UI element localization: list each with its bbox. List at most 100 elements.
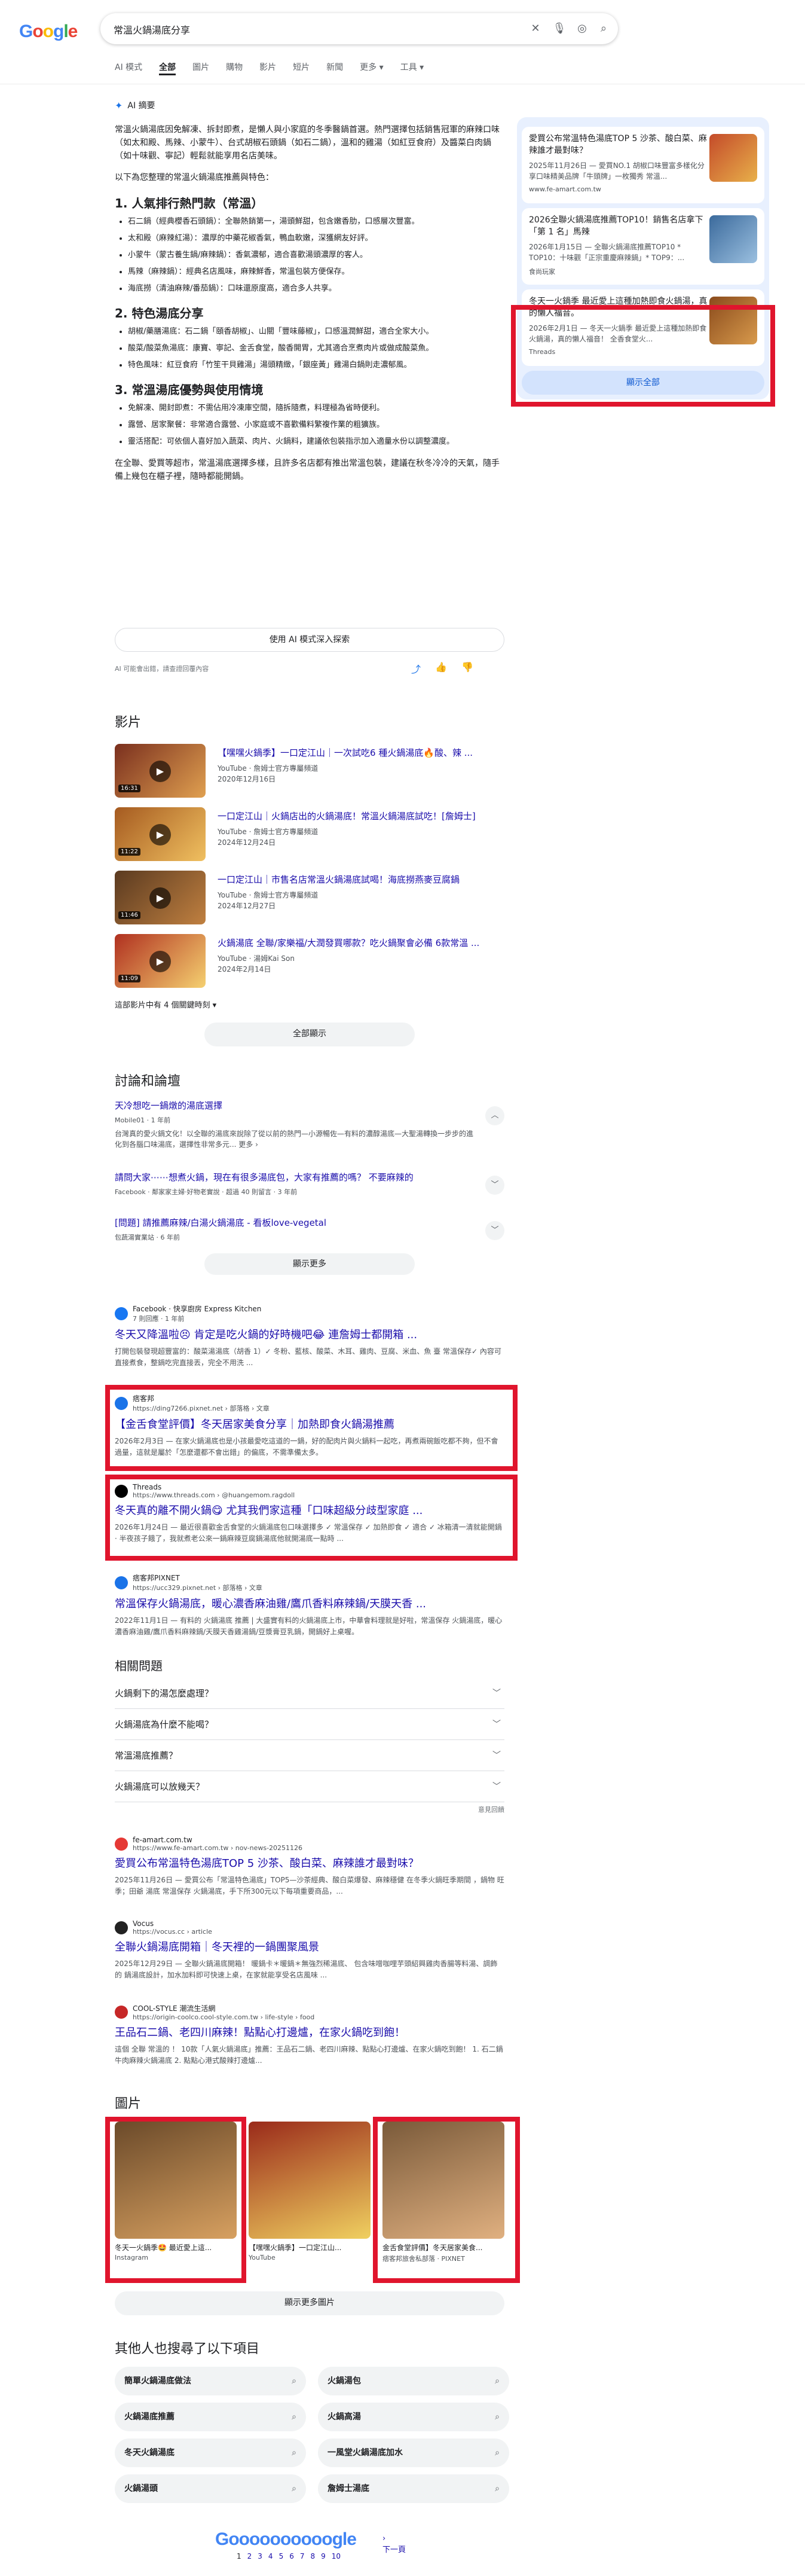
highlight-box <box>373 2117 520 2283</box>
video-result[interactable]: ▶ 11:46 一口定江山｜市售名店常溫火鍋湯底試喝！海底撈燕麥豆腐鍋 YouT… <box>115 871 504 930</box>
related-search-chip[interactable]: 火鍋高湯 ⌕ <box>318 2403 509 2431</box>
ai-list-item: 靈活搭配：可依個人喜好加入蔬菜、肉片、火鍋料，建議依包裝指示加入適量水份以調整濃… <box>128 435 504 448</box>
site-icon <box>115 2006 128 2019</box>
ai-list-item: 海底撈（清油麻辣/番茄鍋）：口味還原度高，適合多人共享。 <box>128 282 504 295</box>
video-result[interactable]: ▶ 11:09 火鍋湯底 全聯/家樂福/大潤發買哪款？吃火鍋聚會必備 6款常溫 … <box>115 934 504 994</box>
ai-intro: 常溫火鍋湯底因免解凍、拆封即煮，是懶人與小家庭的冬季醫鍋首選。熱門選擇包括銷售冠… <box>115 125 500 161</box>
chevron-down-icon[interactable]: ﹀ <box>485 1221 504 1240</box>
pixnet-icon <box>115 1576 128 1589</box>
ai-list-item: 免解凍、開封即煮：不需佔用冷凍庫空間，隨拆隨煮，料理極為省時便利。 <box>128 402 504 415</box>
people-also-ask: 相關問題 火鍋剩下的湯怎麼處理？ ﹀ 火鍋湯底為什麼不能喝？ ﹀ 常溫湯底推薦？ ﹀ … <box>115 1656 504 1814</box>
tab-ai-mode[interactable]: AI 模式 <box>115 61 142 75</box>
key-moments-toggle[interactable]: 這部影片中有 4 個關鍵時刻 ▾ <box>115 999 216 1010</box>
google-logo[interactable]: Google <box>19 22 78 42</box>
discussions-show-more-button[interactable]: 顯示更多 <box>204 1253 415 1275</box>
tab-all[interactable]: 全部 <box>159 61 176 75</box>
search-icon: ⌕ <box>292 2484 296 2493</box>
tab-videos[interactable]: 影片 <box>259 61 276 75</box>
lens-icon[interactable]: ◎ <box>575 22 589 36</box>
ai-outro: 在全聯、愛買等超市，常溫湯底選擇多樣，且許多名店都有推出常溫包裝，建議在秋冬冷冷… <box>115 459 500 481</box>
chevron-down-icon: ﹀ <box>492 1720 501 1729</box>
search-icon: ⌕ <box>292 2412 296 2422</box>
ai-feedback: ⤴ 👍 👎 <box>411 661 473 676</box>
search-input[interactable]: 常溫火鍋湯底分享 <box>114 22 190 36</box>
tab-more[interactable]: 更多 ▾ <box>360 61 383 75</box>
ai-list-item: 露營、居家聚餐：非常適合露營、小家庭或不喜歡備料繁複作業的粗獷族。 <box>128 419 504 432</box>
more-images-button[interactable]: 顯示更多圖片 <box>115 2291 504 2315</box>
search-icon: ⌕ <box>292 2448 296 2458</box>
tab-tools[interactable]: 工具 ▾ <box>400 61 424 75</box>
paa-question[interactable]: 常溫湯底推薦？ ﹀ <box>115 1740 504 1771</box>
play-icon: ▶ <box>149 824 171 846</box>
related-search-chip[interactable]: 一風堂火鍋湯底加水 ⌕ <box>318 2438 509 2467</box>
play-icon: ▶ <box>149 761 171 782</box>
next-page-link[interactable]: › 下一頁 <box>382 2534 406 2554</box>
facebook-icon <box>115 1307 128 1320</box>
microphone-icon[interactable]: 🎙 <box>552 22 567 36</box>
chevron-down-icon[interactable]: ﹀ <box>485 1176 504 1195</box>
search-result[interactable]: COOL-STYLE 潮流生活網 https://origin-coolco.co… <box>115 2003 504 2067</box>
related-searches: 其他人也搜尋了以下項目 簡單火鍋湯底做法 ⌕ 火鍋湯包 ⌕ 火鍋湯底推薦 ⌕ 火鍋高湯… <box>115 2338 509 2503</box>
related-search-chip[interactable]: 火鍋湯頭 ⌕ <box>115 2474 306 2503</box>
related-search-chip[interactable]: 簡單火鍋湯底做法 ⌕ <box>115 2367 306 2395</box>
site-icon <box>115 1837 128 1851</box>
tab-shopping[interactable]: 購物 <box>226 61 243 75</box>
tab-images[interactable]: 圖片 <box>192 61 209 75</box>
related-title: 其他人也搜尋了以下項目 <box>115 2342 260 2357</box>
related-search-chip[interactable]: 冬天火鍋湯底 ⌕ <box>115 2438 306 2467</box>
ai-sparkle-icon: ✦ <box>115 99 123 111</box>
ai-section-title: 1. 人氣排行熱門款（常溫） <box>115 196 264 210</box>
play-icon: ▶ <box>149 887 171 909</box>
tab-shorts[interactable]: 短片 <box>293 61 310 75</box>
discussions-title: 討論和論壇 <box>115 1074 181 1089</box>
highlight-box <box>105 2117 246 2283</box>
ai-list-item: 特色風味：紅豆食府「竹笙干貝雞湯」湯頭精緻，「銀座黃」雞湯白鍋則走濃郁風。 <box>128 359 504 372</box>
feedback-link[interactable]: 意見回饋 <box>478 1805 504 1814</box>
search-result[interactable]: fe-amart.com.tw https://www.fe-amart.com.… <box>115 1836 504 1897</box>
images-title: 圖片 <box>115 2096 142 2111</box>
search-box[interactable]: 常溫火鍋湯底分享 ✕ 🎙 ◎ ⌕ <box>100 13 618 44</box>
video-result[interactable]: ▶ 11:22 一口定江山｜火鍋店出的火鍋湯底！常溫火鍋湯底試吃！[詹姆士] Y… <box>115 807 504 867</box>
related-search-chip[interactable]: 火鍋湯底推薦 ⌕ <box>115 2403 306 2431</box>
ai-list-item: 酸菜/酸菜魚湯底：康寶、寧記、金舌食堂，酸香開胃，尤其適合烹煮肉片或做成酸菜魚。 <box>128 342 504 355</box>
source-card[interactable]: 2026全聯火鍋湯底推薦TOP10！銷售名店拿下「第 1 名」馬辣 2026年1… <box>522 208 764 285</box>
chevron-up-icon[interactable]: ︿ <box>485 1106 504 1125</box>
header: Google 常溫火鍋湯底分享 ✕ 🎙 ◎ ⌕ AI 模式 全部 圖片 購物 影… <box>0 0 805 84</box>
search-icon: ⌕ <box>495 2376 500 2386</box>
video-result[interactable]: ▶ 16:31 【嘿嘿火鍋季】一口定江山｜一次試吃6 種火鍋湯底🔥酸、辣 ...… <box>115 744 504 804</box>
thumbs-down-icon[interactable]: 👎 <box>461 661 473 676</box>
chevron-down-icon: ﹀ <box>492 1751 501 1760</box>
clear-icon[interactable]: ✕ <box>528 22 543 36</box>
search-icon[interactable]: ⌕ <box>596 22 611 36</box>
ai-list: 胡椒/藥膳湯底：石二鍋「頤香胡椒」、山關「豐味藤椒」，口感溫潤鮮甜，適合全家大小… <box>115 325 504 372</box>
videos-show-all-button[interactable]: 全部顯示 <box>204 1023 415 1046</box>
related-search-chip[interactable]: 火鍋湯包 ⌕ <box>318 2367 509 2395</box>
ai-list-item: 馬辣（麻辣鍋）：經典名店風味，麻辣鮮香，常溫包裝方便保存。 <box>128 265 504 279</box>
search-icon: ⌕ <box>495 2412 500 2422</box>
paa-question[interactable]: 火鍋湯底為什麼不能喝？ ﹀ <box>115 1709 504 1740</box>
discussion-item[interactable]: 天冷想吃一鍋燉的湯底選擇 Mobile01 · 1 年前 台灣真的愛火鍋文化！以… <box>115 1099 504 1150</box>
chevron-down-icon: ﹀ <box>492 1689 501 1698</box>
videos-title: 影片 <box>115 715 142 730</box>
source-thumbnail <box>709 215 757 263</box>
source-card[interactable]: 愛買公布常溫特色湯底TOP 5 沙茶、酸白菜、麻辣誰才最對味？ 2025年11月… <box>522 127 764 203</box>
pagination: Goooooooooogle 1 2 3 4 5 6 7 8 9 10 › 下一頁 <box>215 2529 412 2565</box>
web-results: Facebook · 快享廚房 Express Kitchen 7 則回應 · 1… <box>115 1304 504 1638</box>
search-result[interactable]: 痞客邦PIXNET https://ucc329.pixnet.net › 部落格… <box>115 1573 504 1638</box>
ai-overview-header: ✦ AI 摘要 <box>115 99 155 111</box>
discussion-item[interactable]: [問題] 請推薦麻辣/白湯火鍋湯底 - 看板love-vegetal 包蔬湯實業… <box>115 1216 504 1242</box>
search-result[interactable]: Vocus https://vocus.cc › article 全聯火鍋湯底開箱… <box>115 1919 504 1981</box>
paa-question[interactable]: 火鍋剩下的湯怎麼處理？ ﹀ <box>115 1678 504 1709</box>
tab-news[interactable]: 新聞 <box>326 61 343 75</box>
ai-mode-dive-button[interactable]: 使用 AI 模式深入探索 <box>115 628 504 652</box>
ai-list-item: 太和殿（麻辣紅湯）：濃厚的中藥花椒香氣，鴨血軟嫩，深獲網友好評。 <box>128 232 504 245</box>
image-result[interactable]: 【嘿嘿火鍋季】一口定江山... YouTube <box>249 2122 371 2261</box>
share-icon[interactable]: ⤴ <box>411 661 421 676</box>
thumbs-up-icon[interactable]: 👍 <box>435 661 447 676</box>
search-icon: ⌕ <box>495 2448 500 2458</box>
related-search-chip[interactable]: 詹姆士湯底 ⌕ <box>318 2474 509 2503</box>
search-result[interactable]: Facebook · 快享廚房 Express Kitchen 7 則回應 · 1… <box>115 1304 504 1369</box>
paa-question[interactable]: 火鍋湯底可以放幾天？ ﹀ <box>115 1771 504 1802</box>
discussion-item[interactable]: 請問大家⋯⋯想煮火鍋，現在有很多湯底包，大家有推薦的嗎？ 不要麻辣的 Faceb… <box>115 1171 504 1197</box>
ai-list-item: 胡椒/藥膳湯底：石二鍋「頤香胡椒」、山關「豐味藤椒」，口感溫潤鮮甜，適合全家大小… <box>128 325 504 338</box>
